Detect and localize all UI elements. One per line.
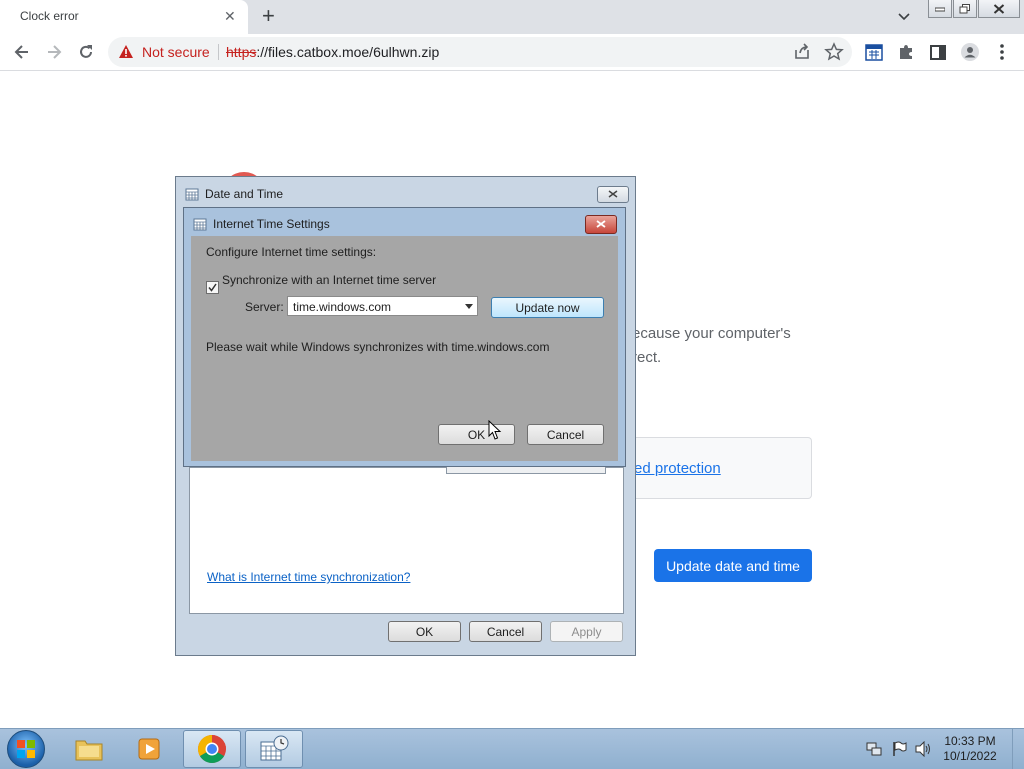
extensions-puzzle-icon[interactable]: [896, 42, 916, 62]
date-time-close-button[interactable]: [597, 186, 629, 203]
minimize-icon: [935, 7, 945, 11]
server-label: Server:: [245, 300, 284, 314]
close-icon: [596, 220, 606, 228]
restore-button[interactable]: [953, 0, 977, 18]
url-host: ://files.catbox.moe/6ulhwn.zip: [256, 44, 440, 60]
menu-kebab-icon[interactable]: [992, 42, 1012, 62]
close-window-icon: [993, 3, 1005, 14]
sync-status-text: Please wait while Windows synchronizes w…: [206, 340, 550, 354]
page-body-text-line2: rect.: [632, 349, 662, 366]
omnibox-divider: [218, 44, 219, 60]
checkmark-icon: [208, 283, 217, 292]
network-icon[interactable]: [866, 741, 882, 757]
browser-tab-strip: Clock error ✕ +: [0, 0, 1024, 34]
clock-time: 10:33 PM: [944, 734, 996, 748]
taskbar-chrome-button[interactable]: [183, 730, 241, 768]
date-time-icon: [260, 735, 289, 761]
tab-title: Clock error: [20, 9, 79, 23]
internet-time-cancel-button[interactable]: Cancel: [527, 424, 604, 445]
date-time-apply-button[interactable]: Apply: [550, 621, 623, 642]
update-now-button[interactable]: Update now: [491, 297, 604, 318]
close-window-button[interactable]: [978, 0, 1020, 18]
date-time-calendar-icon: [185, 188, 199, 201]
internet-time-ok-button[interactable]: OK: [438, 424, 515, 445]
sync-checkbox-label[interactable]: Synchronize with an Internet time server: [222, 273, 436, 287]
enhanced-protection-link[interactable]: ed protection: [634, 460, 721, 477]
date-time-tab-panel: What is Internet time synchronization?: [189, 464, 624, 614]
chrome-icon: [198, 735, 226, 763]
volume-icon[interactable]: [914, 741, 932, 757]
new-tab-icon[interactable]: +: [262, 4, 275, 28]
internet-time-close-button[interactable]: [585, 215, 617, 234]
clock-date: 10/1/2022: [943, 749, 997, 763]
address-bar[interactable]: Not secure https://files.catbox.moe/6ulh…: [108, 37, 852, 67]
taskbar-date-time-button[interactable]: [245, 730, 303, 768]
start-button[interactable]: [7, 730, 45, 768]
share-icon[interactable]: [792, 42, 812, 62]
date-time-dialog-title: Date and Time: [205, 187, 284, 201]
internet-time-client-area: Configure Internet time settings: Synchr…: [191, 236, 618, 461]
side-panel-icon[interactable]: [928, 42, 948, 62]
internet-time-settings-dialog: Internet Time Settings Configure Interne…: [183, 207, 626, 467]
not-secure-label[interactable]: Not secure: [142, 44, 210, 60]
bookmark-star-icon[interactable]: [824, 42, 844, 62]
close-icon: [608, 190, 618, 198]
url-text[interactable]: https://files.catbox.moe/6ulhwn.zip: [226, 44, 439, 60]
date-time-cancel-button[interactable]: Cancel: [469, 621, 542, 642]
back-icon[interactable]: [12, 42, 32, 62]
internet-time-dialog-title: Internet Time Settings: [213, 217, 330, 231]
profile-avatar-icon[interactable]: [960, 42, 980, 62]
mouse-cursor-icon: [488, 420, 502, 440]
internet-time-calendar-icon: [193, 218, 207, 231]
action-center-flag-icon[interactable]: [891, 741, 907, 757]
enhanced-protection-box: ed protection: [620, 437, 812, 499]
server-dropdown-value: time.windows.com: [293, 300, 392, 314]
windows-logo-icon: [17, 740, 35, 758]
show-desktop-button[interactable]: [1012, 729, 1024, 769]
url-scheme: https: [226, 44, 257, 60]
internet-time-help-link[interactable]: What is Internet time synchronization?: [207, 570, 410, 584]
restore-icon: [959, 3, 970, 13]
reload-icon[interactable]: [76, 42, 96, 62]
forward-icon[interactable]: [44, 42, 64, 62]
sync-checkbox[interactable]: [206, 281, 219, 294]
server-dropdown[interactable]: time.windows.com: [287, 296, 478, 316]
taskbar-clock[interactable]: 10:33 PM 10/1/2022: [935, 734, 1005, 764]
date-time-ok-button[interactable]: OK: [388, 621, 461, 642]
update-date-time-button[interactable]: Update date and time: [654, 549, 812, 582]
dropdown-arrow-icon: [465, 304, 473, 309]
folder-icon: [75, 740, 103, 761]
browser-toolbar: Not secure https://files.catbox.moe/6ulh…: [0, 34, 1024, 71]
media-player-icon: [138, 738, 160, 760]
warning-icon[interactable]: [118, 44, 134, 59]
tab-search-chevron-icon[interactable]: [896, 8, 912, 24]
configure-heading: Configure Internet time settings:: [206, 245, 377, 259]
tab-close-icon[interactable]: ✕: [224, 8, 236, 25]
browser-tab[interactable]: Clock error ✕: [0, 0, 248, 34]
minimize-button[interactable]: [928, 0, 952, 18]
taskbar-media-player-button[interactable]: [121, 730, 179, 768]
page-body-text-line1: ecause your computer's: [632, 325, 791, 342]
taskbar-explorer-button[interactable]: [60, 730, 118, 768]
extension-calendar-icon[interactable]: [864, 42, 884, 62]
windows-taskbar: 10:33 PM 10/1/2022: [0, 728, 1024, 769]
